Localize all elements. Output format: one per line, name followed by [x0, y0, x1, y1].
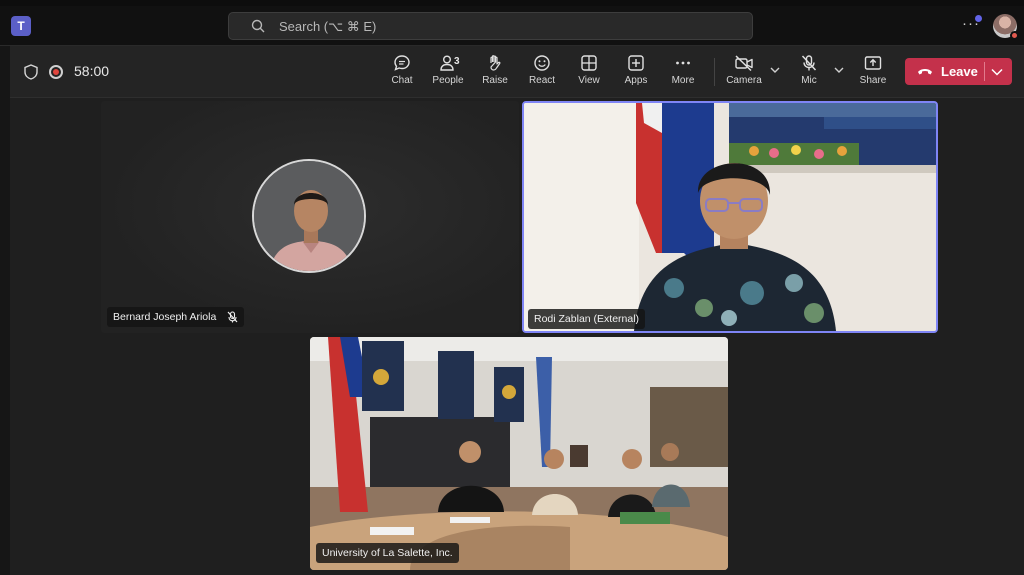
- more-dots-icon: [676, 61, 690, 65]
- raise-label: Raise: [482, 75, 508, 86]
- search-box[interactable]: Search (⌥ ⌘ E): [228, 12, 753, 40]
- search-placeholder: Search (⌥ ⌘ E): [279, 19, 377, 34]
- more-button[interactable]: More: [658, 54, 708, 94]
- add-apps-icon: [628, 55, 644, 71]
- leave-button[interactable]: Leave: [905, 58, 984, 85]
- share-button[interactable]: Share: [848, 54, 898, 94]
- participant-tile-rodi[interactable]: Rodi Zablan (External): [522, 101, 938, 333]
- mic-off-icon: [801, 55, 817, 71]
- mic-button[interactable]: Mic: [784, 54, 834, 94]
- recording-icon: [49, 65, 63, 79]
- hang-up-phone-icon: [918, 69, 932, 75]
- camera-options-chevron-icon[interactable]: [770, 66, 780, 74]
- presence-status-icon: [1010, 31, 1019, 40]
- people-label: People: [432, 75, 464, 86]
- emoji-icon: [534, 55, 550, 71]
- teams-logo-icon[interactable]: T: [11, 16, 31, 36]
- toolbar-divider: [714, 58, 715, 86]
- left-rail: [0, 46, 10, 575]
- participant-name: Bernard Joseph Ariola: [113, 311, 217, 323]
- leave-options-chevron-icon[interactable]: [991, 68, 1003, 76]
- chat-button[interactable]: Chat: [377, 54, 427, 94]
- apps-label: Apps: [624, 75, 648, 86]
- react-label: React: [528, 75, 556, 86]
- mic-label: Mic: [801, 75, 817, 86]
- participant-name: Rodi Zablan (External): [534, 313, 640, 325]
- leave-label: Leave: [941, 64, 978, 79]
- participant-video-feed: [310, 337, 728, 570]
- meeting-timer: 58:00: [74, 63, 110, 79]
- view-button[interactable]: View: [564, 54, 614, 94]
- participant-tile-university[interactable]: University of La Salette, Inc.: [310, 337, 728, 570]
- react-button[interactable]: React: [517, 54, 567, 94]
- video-stage: Bernard Joseph Ariola Rodi Zablan (Exter…: [10, 98, 1024, 575]
- participant-name-tag: Bernard Joseph Ariola: [107, 307, 245, 327]
- camera-off-icon: [735, 55, 753, 72]
- muted-mic-icon: [227, 311, 238, 323]
- chat-label: Chat: [391, 75, 413, 86]
- share-screen-icon: [864, 56, 882, 70]
- participant-video-feed: [524, 103, 936, 331]
- leave-button-group: Leave: [905, 58, 1012, 85]
- people-button[interactable]: 3 People: [423, 54, 473, 94]
- meeting-toolbar: 58:00 Chat 3 People Raise React View App…: [10, 46, 1024, 98]
- participant-name-tag: Rodi Zablan (External): [528, 309, 646, 329]
- shield-icon[interactable]: [24, 64, 38, 80]
- participant-tile-bernard[interactable]: Bernard Joseph Ariola: [101, 101, 519, 333]
- grid-view-icon: [581, 55, 597, 71]
- participant-avatar-photo: [252, 159, 366, 273]
- mic-options-chevron-icon[interactable]: [834, 66, 844, 74]
- people-count: 3: [454, 56, 460, 67]
- participant-name-tag: University of La Salette, Inc.: [316, 543, 459, 563]
- view-label: View: [578, 75, 600, 86]
- raise-hand-button[interactable]: Raise: [470, 54, 520, 94]
- camera-button[interactable]: Camera: [719, 54, 769, 94]
- more-label: More: [671, 75, 695, 86]
- notification-dot: [975, 15, 982, 22]
- raise-hand-icon: [490, 55, 501, 71]
- chat-icon: [394, 55, 410, 71]
- participant-name: University of La Salette, Inc.: [322, 547, 453, 559]
- share-label: Share: [859, 75, 887, 86]
- title-bar: T Search (⌥ ⌘ E) ···: [0, 6, 1024, 46]
- search-icon: [251, 19, 265, 33]
- camera-label: Camera: [726, 75, 762, 86]
- leave-divider: [984, 62, 985, 81]
- apps-button[interactable]: Apps: [611, 54, 661, 94]
